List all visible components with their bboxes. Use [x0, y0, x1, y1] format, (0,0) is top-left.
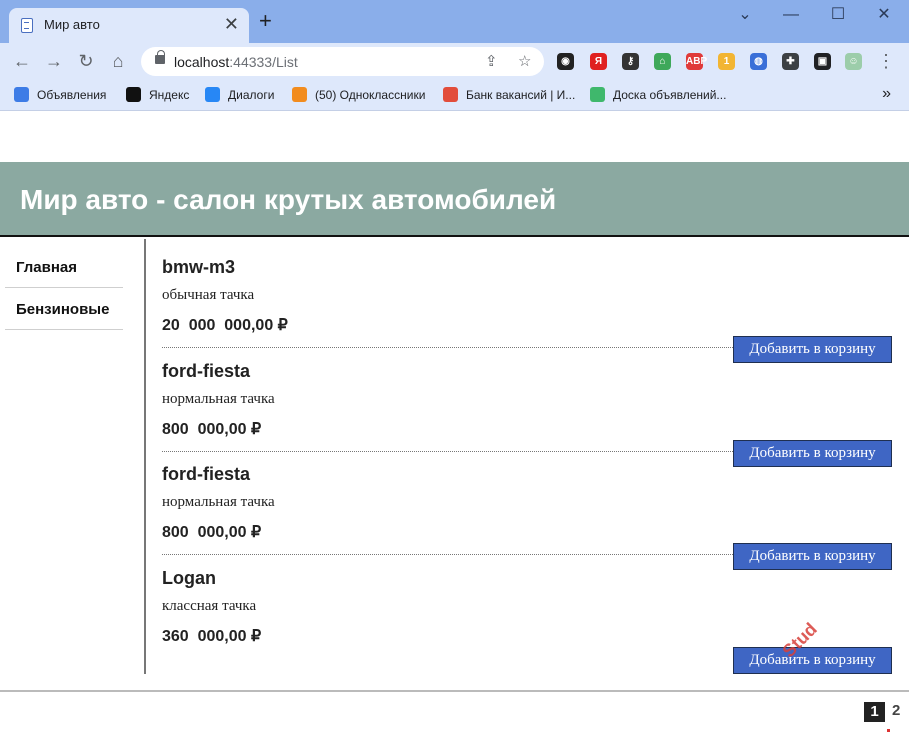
car-price: 800 000,00 ₽	[162, 524, 262, 541]
chrome-menu-icon[interactable]: ⋮	[876, 51, 896, 71]
bookmark-item[interactable]: Яндекс	[126, 87, 189, 103]
browser-toolbar: ← → ↻ ⌂ localhost:44333/List ⇪ ☆ ◉ Я ⚷ ⌂ ABP…	[0, 43, 909, 79]
bookmark-label: Объявления	[37, 88, 107, 102]
share-icon[interactable]: ⇪	[485, 52, 498, 70]
window-close-button[interactable]: ✕	[869, 5, 899, 25]
pagination-current-page[interactable]: 1	[864, 702, 885, 722]
ext-home-icon[interactable]: ⌂	[654, 53, 671, 70]
bookmark-favicon-icon	[205, 87, 220, 102]
add-to-cart-button[interactable]: Добавить в корзину	[733, 646, 892, 674]
reload-icon[interactable]: ↻	[76, 51, 96, 71]
minimize-button[interactable]: —	[776, 5, 806, 25]
bookmark-label: Яндекс	[149, 88, 190, 102]
watermark-dot	[887, 729, 890, 732]
ext-cookie-icon[interactable]: 1	[718, 53, 735, 70]
bookmark-star-icon[interactable]: ☆	[518, 52, 531, 70]
bookmark-item[interactable]: Объявления	[14, 87, 106, 103]
url-text[interactable]: localhost:44333/List	[174, 54, 298, 70]
tab-close-icon[interactable]: ✕	[224, 14, 239, 34]
profile-avatar-icon[interactable]: ☺	[845, 53, 862, 70]
bookmark-favicon-icon	[590, 87, 605, 102]
ext-mask-icon[interactable]: ◉	[557, 53, 574, 70]
bookmarks-bar: Объявления Яндекс Диалоги (50) Одноклассник…	[0, 79, 909, 111]
ext-puzzle-icon[interactable]: ✚	[782, 53, 799, 70]
back-arrow-icon[interactable]: ←	[12, 51, 32, 71]
bookmark-label: Банк вакансий | И...	[466, 88, 576, 102]
home-icon[interactable]: ⌂	[108, 51, 128, 71]
car-name: ford-fiesta	[162, 360, 251, 381]
forward-arrow-icon[interactable]: →	[44, 51, 64, 71]
document-favicon-icon	[21, 18, 33, 33]
lock-icon[interactable]	[155, 50, 165, 64]
car-description: классная тачка	[162, 597, 257, 614]
browser-titlebar: Мир авто ✕ + ⌄ — ☐ ✕	[0, 0, 909, 43]
car-price: 20 000 000,00 ₽	[162, 317, 288, 334]
ext-sidepanel-icon[interactable]: ▣	[814, 53, 831, 70]
add-to-cart-button[interactable]: Добавить в корзину	[733, 336, 892, 363]
bookmark-item[interactable]: (50) Одноклассники	[292, 87, 425, 103]
sidebar-nav: Главная Бензиновые	[0, 239, 146, 674]
bookmark-favicon-icon	[126, 87, 141, 102]
bookmark-favicon-icon	[443, 87, 458, 102]
car-description: нормальная тачка	[162, 390, 275, 407]
ext-yandex-icon[interactable]: Я	[590, 53, 607, 70]
car-name: Logan	[162, 567, 216, 588]
site-header: Мир авто - салон крутых автомобилей	[0, 162, 909, 237]
car-price: 800 000,00 ₽	[162, 420, 262, 438]
car-name: ford-fiesta	[162, 464, 251, 484]
site-title: Мир авто - салон крутых автомобилей	[20, 184, 557, 215]
tab-title: Мир авто	[44, 17, 100, 32]
car-price: 360 000,00 ₽	[162, 627, 262, 645]
bookmark-item[interactable]: Банк вакансий | И...	[443, 87, 575, 103]
browser-tab-active[interactable]: Мир авто ✕	[9, 8, 249, 43]
bookmarks-overflow-icon[interactable]: »	[882, 85, 891, 103]
bookmark-favicon-icon	[292, 87, 307, 102]
maximize-button[interactable]: ☐	[823, 5, 853, 25]
sidebar-item-home[interactable]: Главная	[5, 246, 123, 288]
ext-abp-icon[interactable]: ABP	[686, 53, 707, 70]
bookmark-item[interactable]: Диалоги	[205, 87, 274, 103]
ext-key-icon[interactable]: ⚷	[622, 53, 639, 70]
bookmark-label: (50) Одноклассники	[315, 88, 426, 102]
add-to-cart-button[interactable]: Добавить в корзину	[733, 543, 892, 570]
car-description: нормальная тачка	[162, 494, 275, 510]
bookmark-item[interactable]: Доска объявлений...	[590, 87, 726, 103]
add-to-cart-button[interactable]: Добавить в корзину	[733, 439, 892, 467]
bookmark-label: Доска объявлений...	[613, 88, 727, 102]
address-bar[interactable]: localhost:44333/List ⇪ ☆	[141, 47, 544, 76]
ext-globe-icon[interactable]: ◍	[750, 53, 767, 70]
sidebar-item-petrol[interactable]: Бензиновые	[5, 288, 123, 330]
pagination-page-link[interactable]: 2	[892, 702, 900, 719]
tab-search-icon[interactable]: ⌄	[730, 5, 760, 25]
bookmark-favicon-icon	[14, 87, 29, 102]
new-tab-button[interactable]: +	[259, 10, 272, 32]
car-name: bmw-m3	[162, 257, 236, 277]
car-description: обычная тачка	[162, 287, 255, 303]
bookmark-label: Диалоги	[228, 88, 275, 102]
footer-divider	[0, 690, 909, 692]
